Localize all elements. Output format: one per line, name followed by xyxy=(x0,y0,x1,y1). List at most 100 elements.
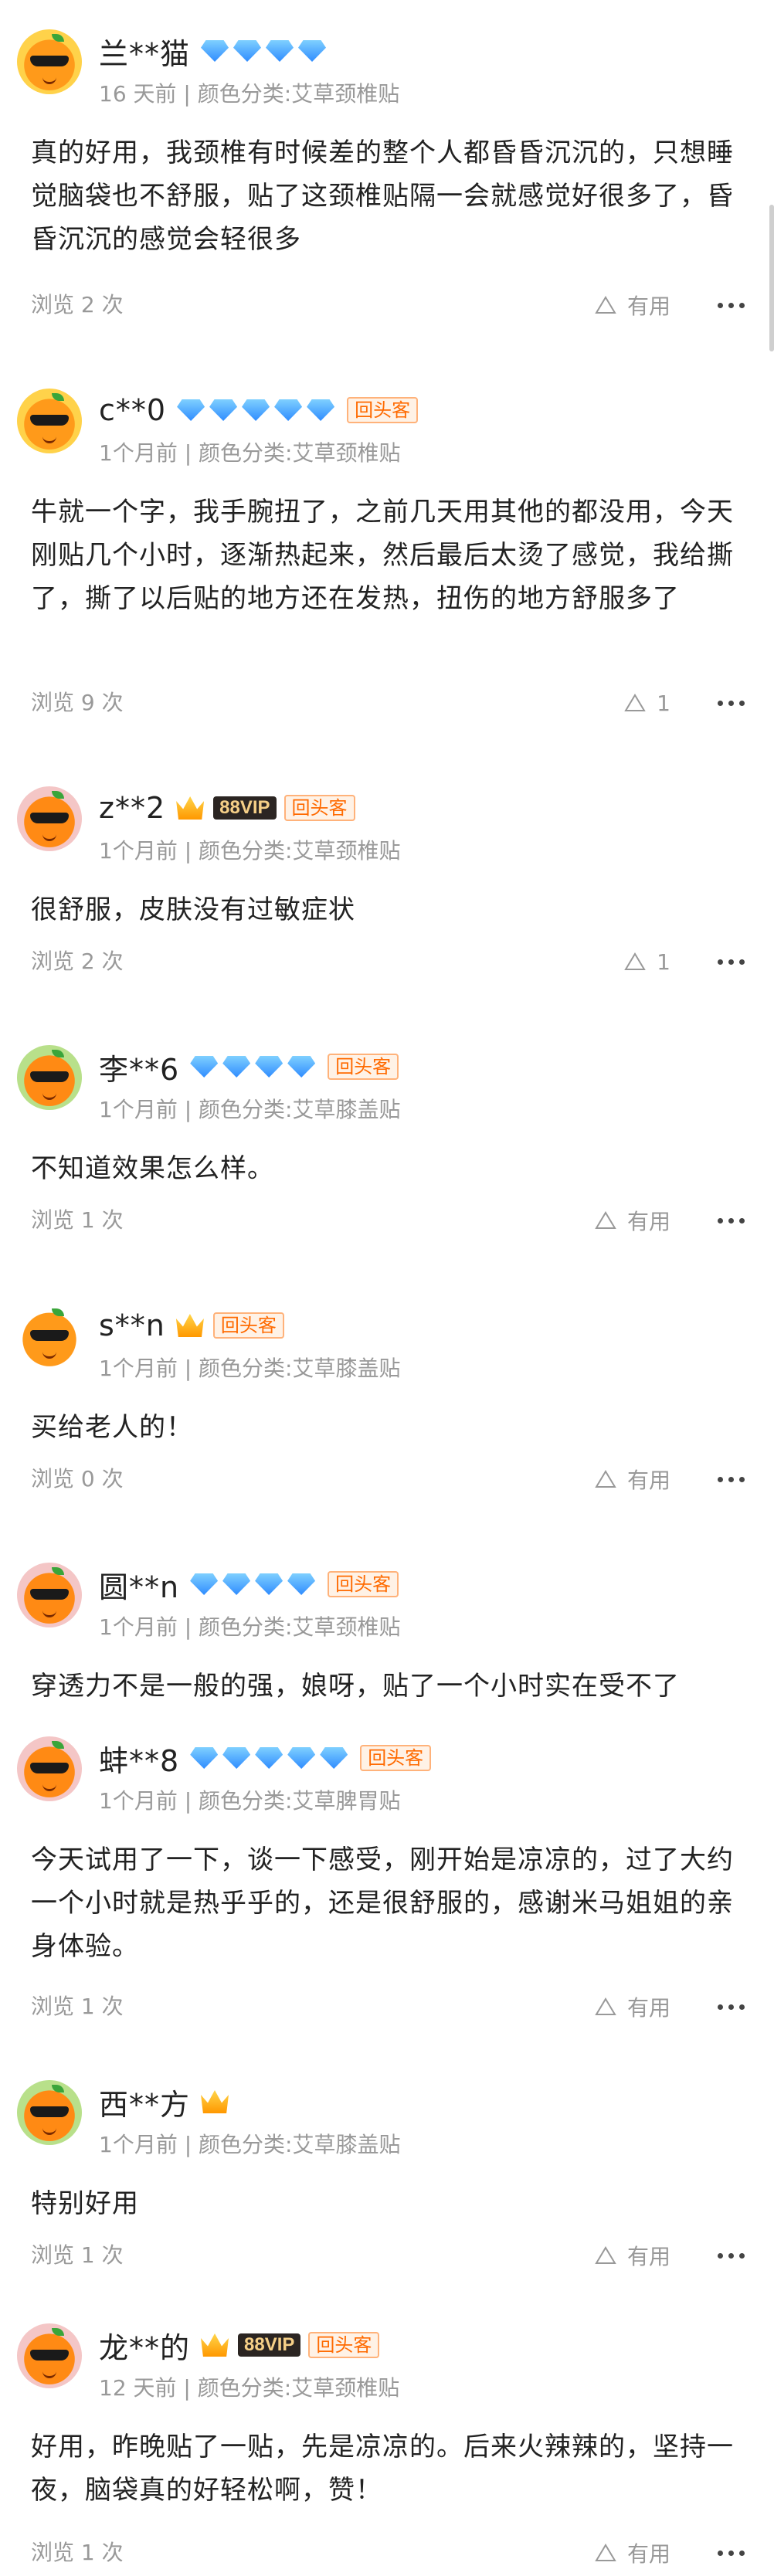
return-customer-badge: 回头客 xyxy=(308,2332,380,2358)
username[interactable]: 西**方 xyxy=(99,2081,190,2123)
diamond-level-icons xyxy=(177,399,339,421)
thumb-triangle-icon xyxy=(595,2544,616,2562)
thumb-triangle-icon xyxy=(595,1997,616,2016)
diamond-icon xyxy=(266,40,294,62)
review-meta: 1个月前 | 颜色分类:艾草颈椎贴 xyxy=(99,838,401,864)
review-footer: 浏览 0 次 有用 xyxy=(31,1464,745,1495)
diamond-icon xyxy=(190,1056,219,1078)
thumb-triangle-icon xyxy=(624,694,646,712)
username[interactable]: 蚌**8 xyxy=(99,1737,179,1780)
helpful-label: 有用 xyxy=(626,1209,670,1234)
review-meta: 1个月前 | 颜色分类:艾草颈椎贴 xyxy=(99,1614,401,1640)
review-meta: 12 天前 | 颜色分类:艾草颈椎贴 xyxy=(99,2375,400,2401)
vip-badge: 88VIP xyxy=(238,2333,301,2357)
more-options-icon[interactable] xyxy=(712,687,745,718)
helpful-button[interactable]: 有用 xyxy=(595,1464,670,1495)
review-footer: 浏览 9 次 1 xyxy=(31,687,745,718)
diamond-icon xyxy=(287,1573,316,1595)
user-avatar[interactable] xyxy=(17,1304,82,1369)
more-options-icon[interactable] xyxy=(712,946,745,977)
helpful-button[interactable]: 1 xyxy=(624,687,670,718)
diamond-icon xyxy=(177,399,205,421)
diamond-icon xyxy=(255,1573,283,1595)
return-customer-badge: 回头客 xyxy=(347,397,419,423)
user-avatar[interactable] xyxy=(17,1563,82,1627)
more-options-icon[interactable] xyxy=(712,290,745,321)
helpful-label: 有用 xyxy=(626,2541,670,2567)
helpful-button[interactable]: 1 xyxy=(624,946,670,977)
return-customer-badge: 回头客 xyxy=(360,1745,432,1771)
review-footer: 浏览 1 次 有用 xyxy=(31,1205,745,1236)
user-row: 蚌**8 回头客 xyxy=(99,1737,432,1780)
view-count: 浏览 1 次 xyxy=(31,2242,124,2268)
user-row: z**2 88VIP 回头客 xyxy=(99,789,355,826)
user-avatar[interactable] xyxy=(17,2323,82,2388)
user-row: 李**6 回头客 xyxy=(99,1046,399,1088)
review-footer: 浏览 1 次 有用 xyxy=(31,1991,745,2022)
diamond-icon xyxy=(287,1056,316,1078)
username[interactable]: z**2 xyxy=(99,791,165,825)
helpful-button[interactable]: 有用 xyxy=(595,1991,670,2022)
diamond-icon xyxy=(255,1747,283,1769)
user-avatar[interactable] xyxy=(17,786,82,851)
diamond-icon xyxy=(222,1573,251,1595)
more-options-icon[interactable] xyxy=(712,2537,745,2568)
user-avatar[interactable] xyxy=(17,29,82,94)
user-row: c**0 回头客 xyxy=(99,392,419,429)
review-content: 买给老人的！ xyxy=(31,1412,193,1443)
review-item: c**0 回头客 1个月前 | 颜色分类:艾草颈椎贴 牛就一个字，我手腕扭了，之… xyxy=(0,375,774,753)
view-count: 浏览 1 次 xyxy=(31,2540,124,2565)
review-meta: 1个月前 | 颜色分类:艾草脾胃贴 xyxy=(99,1788,401,1814)
more-options-icon[interactable] xyxy=(712,1464,745,1495)
username[interactable]: 龙**的 xyxy=(99,2324,190,2367)
review-item: 蚌**8 回头客 1个月前 | 颜色分类:艾草脾胃贴 今天试用了一下，谈一下感受… xyxy=(0,1722,774,2039)
review-item: 李**6 回头客 1个月前 | 颜色分类:艾草膝盖贴 不知道效果怎么样。 浏览 … xyxy=(0,1031,774,1263)
username[interactable]: s**n xyxy=(99,1308,165,1342)
diamond-icon xyxy=(209,399,238,421)
user-row: s**n 回头客 xyxy=(99,1307,284,1344)
review-item: s**n 回头客 1个月前 | 颜色分类:艾草膝盖贴 买给老人的！ 浏览 0 次… xyxy=(0,1290,774,1522)
return-customer-badge: 回头客 xyxy=(212,1312,284,1339)
diamond-level-icons xyxy=(190,1056,320,1078)
review-content: 特别好用 xyxy=(31,2188,139,2219)
diamond-icon xyxy=(222,1056,251,1078)
username[interactable]: 圆**n xyxy=(99,1563,179,1606)
thumb-triangle-icon xyxy=(595,1211,616,1230)
username[interactable]: c**0 xyxy=(99,393,166,427)
diamond-icon xyxy=(287,1747,316,1769)
thumb-triangle-icon xyxy=(595,296,616,314)
user-avatar[interactable] xyxy=(17,1736,82,1801)
helpful-label: 有用 xyxy=(626,1468,670,1493)
view-count: 浏览 1 次 xyxy=(31,1207,124,1233)
scrollbar[interactable] xyxy=(769,205,774,351)
review-content: 好用，昨晚贴了一贴，先是凉凉的。后来火辣辣的，坚持一夜，脑袋真的好轻松啊，赞！ xyxy=(31,2432,734,2506)
diamond-icon xyxy=(233,40,262,62)
view-count: 浏览 9 次 xyxy=(31,690,124,715)
review-item: 兰**猫 16 天前 | 颜色分类:艾草颈椎贴 真的好用，我颈椎有时候差的整个人… xyxy=(0,15,774,340)
more-options-icon[interactable] xyxy=(712,2240,745,2271)
diamond-icon xyxy=(274,399,303,421)
view-count: 浏览 1 次 xyxy=(31,1994,124,2019)
helpful-button[interactable]: 有用 xyxy=(595,2537,670,2568)
username[interactable]: 兰**猫 xyxy=(99,30,190,73)
review-footer: 浏览 1 次 有用 xyxy=(31,2240,745,2271)
review-meta: 16 天前 | 颜色分类:艾草颈椎贴 xyxy=(99,81,400,107)
user-avatar[interactable] xyxy=(17,2080,82,2145)
user-avatar[interactable] xyxy=(17,1045,82,1110)
return-customer-badge: 回头客 xyxy=(283,795,355,821)
helpful-button[interactable]: 有用 xyxy=(595,2240,670,2271)
more-options-icon[interactable] xyxy=(712,1991,745,2022)
vip-badge: 88VIP xyxy=(213,796,277,820)
diamond-level-icons xyxy=(190,1573,320,1595)
user-avatar[interactable] xyxy=(17,389,82,453)
review-meta: 1个月前 | 颜色分类:艾草膝盖贴 xyxy=(99,1356,401,1381)
review-footer: 浏览 2 次 1 xyxy=(31,946,745,977)
view-count: 浏览 2 次 xyxy=(31,292,124,317)
more-options-icon[interactable] xyxy=(712,1205,745,1236)
helpful-button[interactable]: 有用 xyxy=(595,1205,670,1236)
review-footer: 浏览 2 次 有用 xyxy=(31,290,745,321)
username[interactable]: 李**6 xyxy=(99,1046,179,1088)
diamond-icon xyxy=(222,1747,251,1769)
helpful-button[interactable]: 有用 xyxy=(595,290,670,321)
diamond-icon xyxy=(298,40,327,62)
